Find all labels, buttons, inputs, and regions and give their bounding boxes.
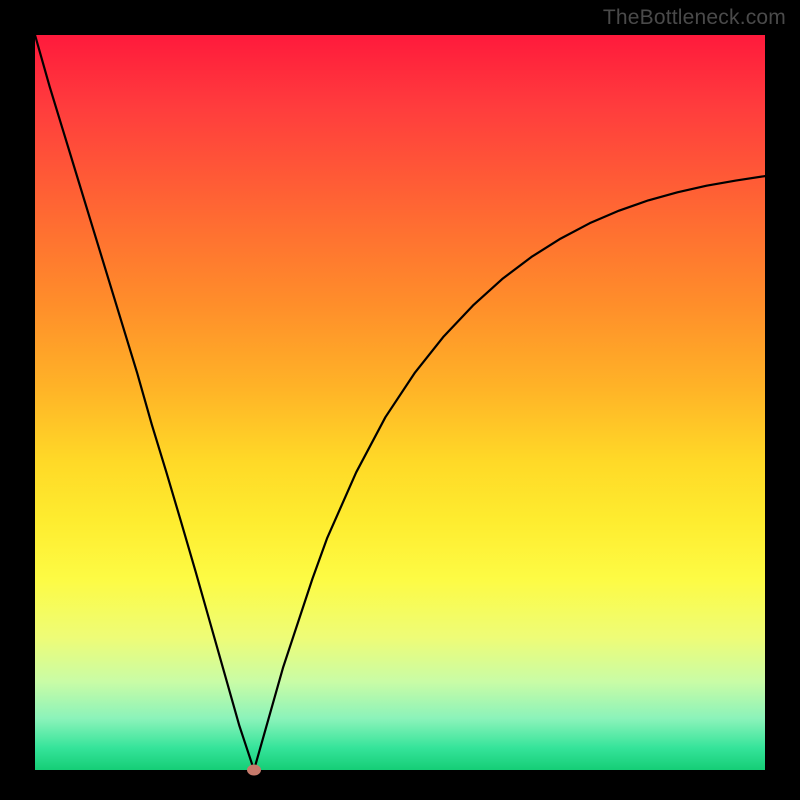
plot-area xyxy=(35,35,765,770)
watermark-text: TheBottleneck.com xyxy=(603,6,786,30)
optimal-point-marker xyxy=(247,765,261,776)
bottleneck-curve xyxy=(35,35,765,770)
chart-frame: TheBottleneck.com xyxy=(0,0,800,800)
